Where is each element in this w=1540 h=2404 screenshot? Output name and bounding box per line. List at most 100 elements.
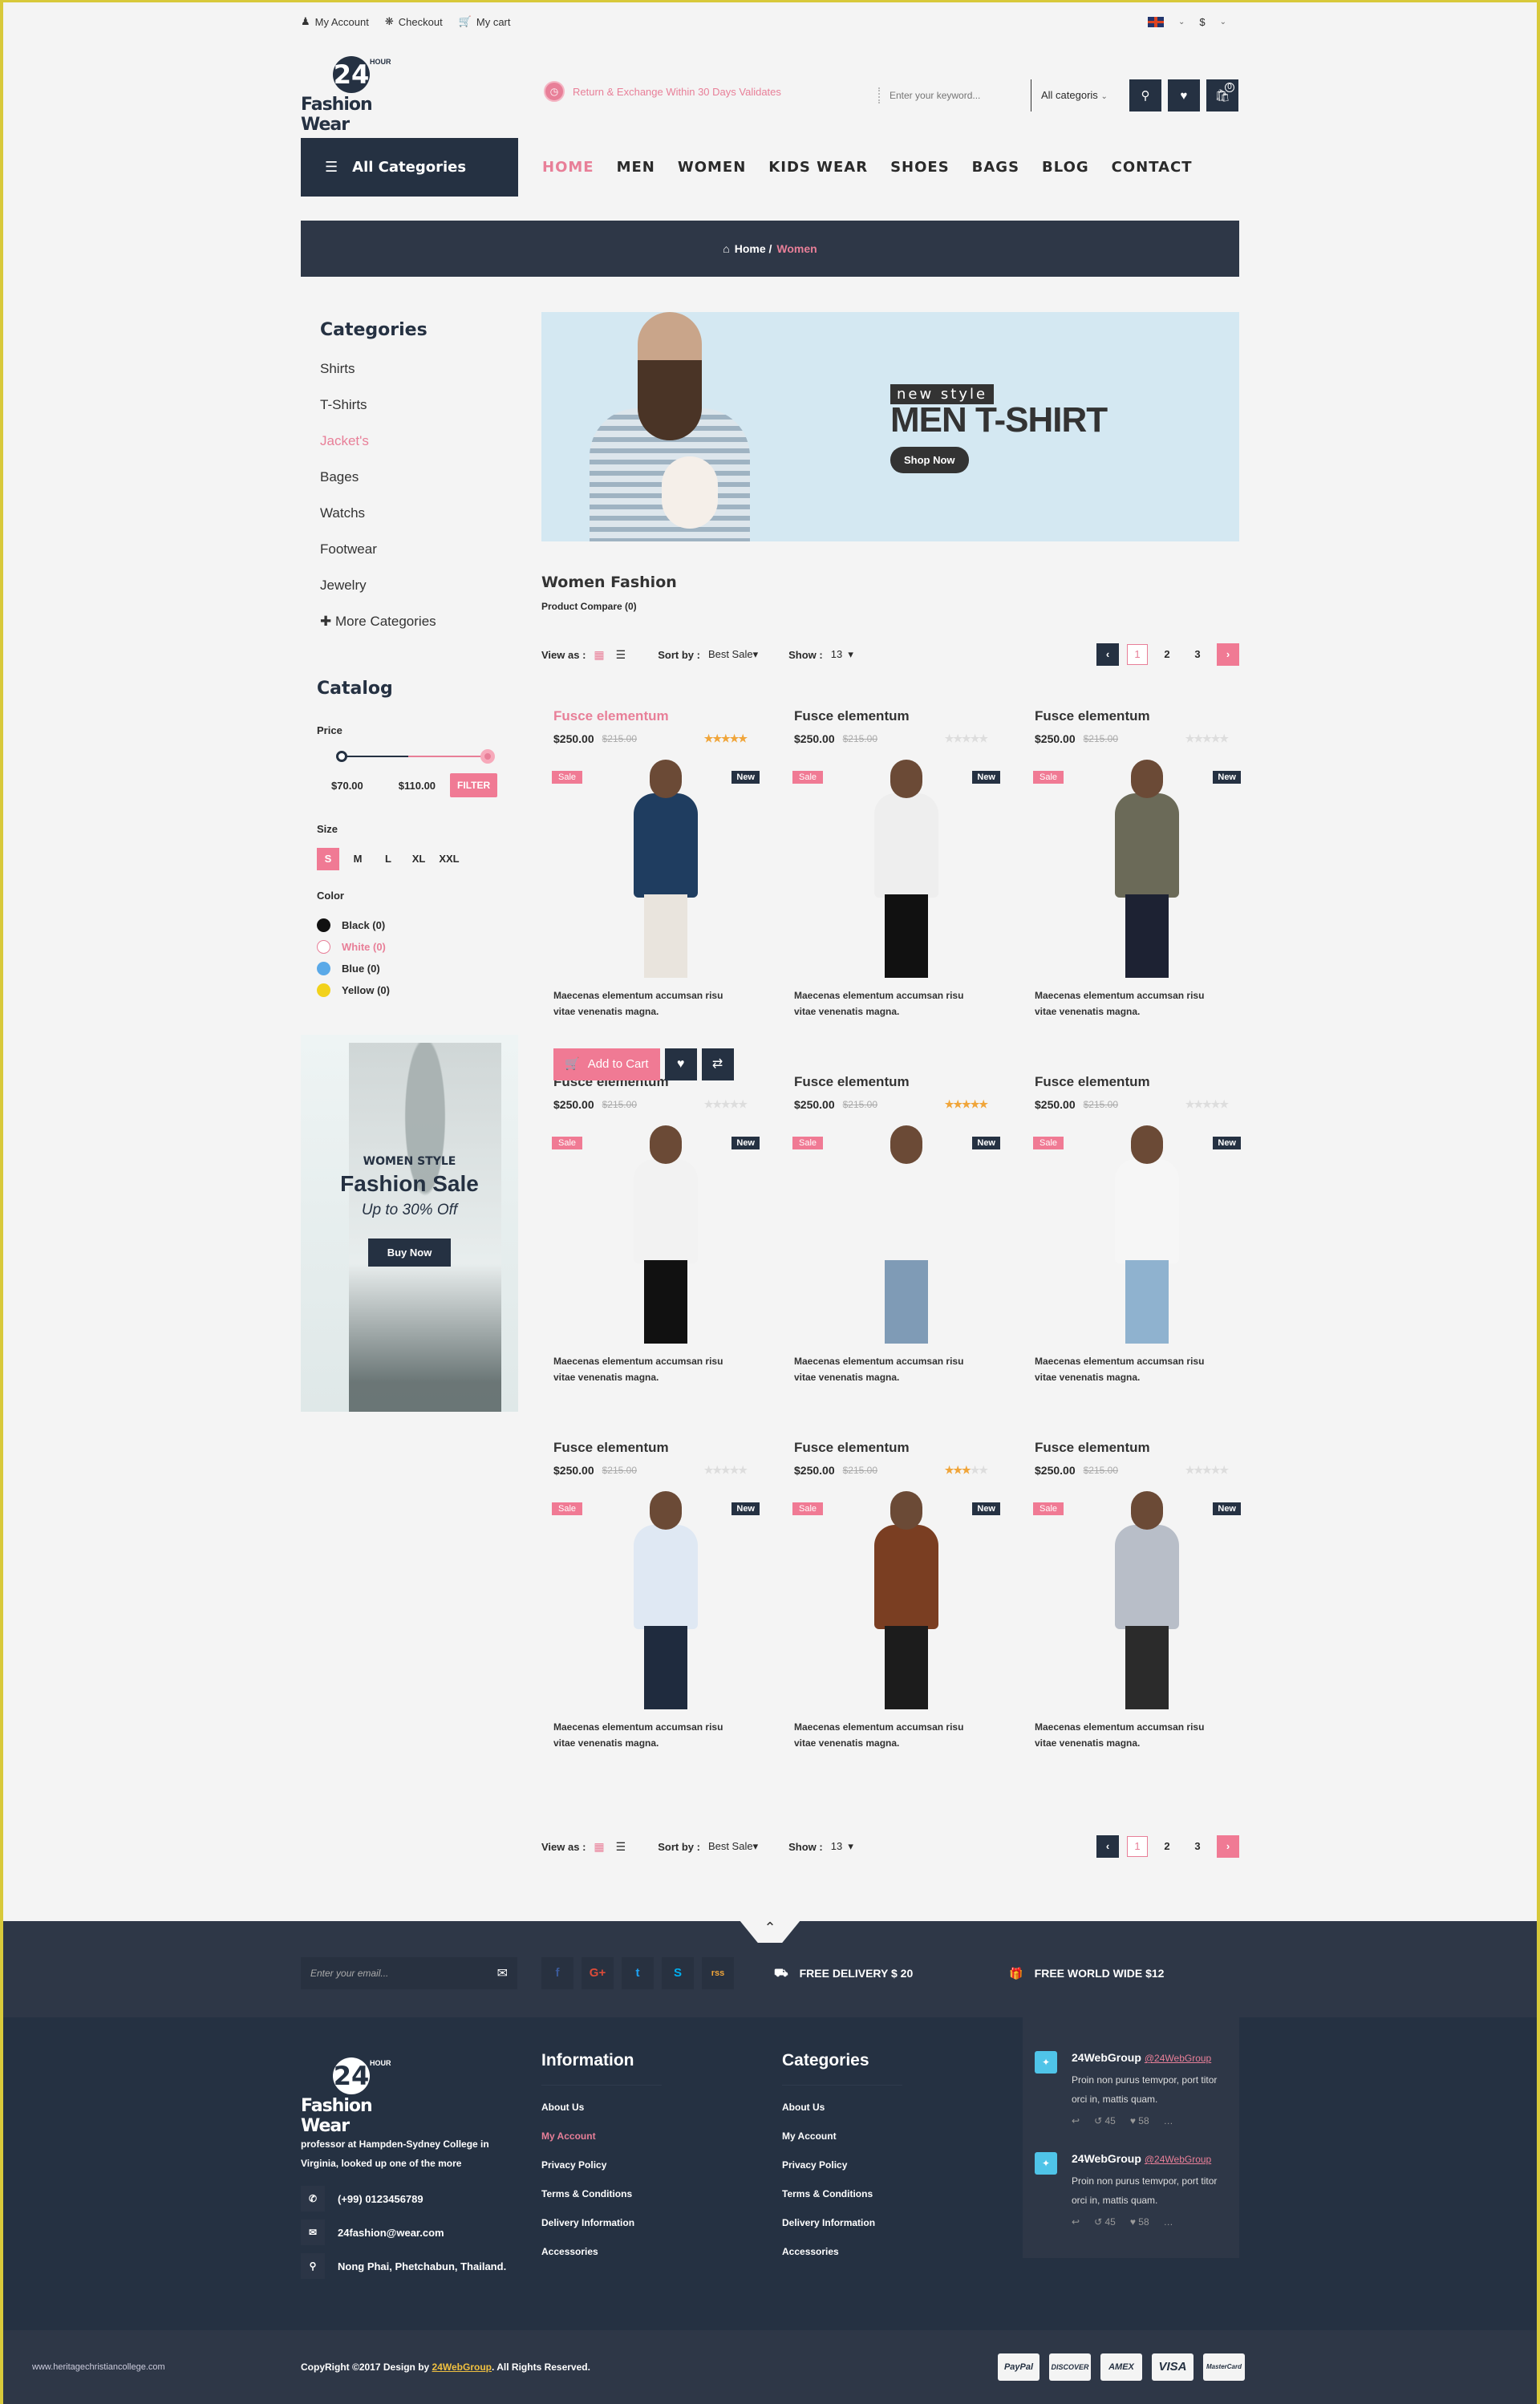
size-option[interactable]: XXL [434,848,464,870]
size-option[interactable]: XL [403,848,434,870]
sort-select[interactable]: Best Sale▾ [708,648,758,661]
tweet-handle[interactable]: @24WebGroup [1145,2053,1211,2064]
more-icon[interactable]: … [1164,2115,1173,2126]
product-name[interactable]: Fusce elementum [1035,708,1263,726]
wishlist-button[interactable]: ♥ [664,1048,697,1080]
product-image[interactable]: Sale New [792,1125,1023,1344]
category-item[interactable]: Watchs [320,505,518,541]
page-3[interactable]: 3 [1186,643,1209,666]
contact-email[interactable]: ✉ 24fashion@wear.com [301,2216,541,2248]
footer-link[interactable]: Delivery Information [541,2217,782,2246]
fashion-sale-banner[interactable]: WOMEN STYLE Fashion Sale Up to 30% Off B… [301,1035,518,1412]
grid-view-icon[interactable]: ▦ [594,1840,604,1854]
footer-link[interactable]: Privacy Policy [541,2159,782,2188]
product-name[interactable]: Fusce elementum [794,708,1023,726]
language-flag-icon[interactable] [1147,16,1164,27]
rss-icon[interactable]: rss [702,1957,734,1989]
product-card[interactable]: Fusce elementum $250.00 $215.00 ★★★★★ Sale Ne… [782,708,1023,1074]
like-count[interactable]: ♥ 58 [1130,2216,1149,2228]
nav-item-women[interactable]: WOMEN [678,159,746,176]
envelope-icon[interactable]: ✉ [497,1965,508,1981]
slider-max-handle[interactable] [480,749,495,764]
category-item[interactable]: Shirts [320,361,518,397]
page-3[interactable]: 3 [1186,1835,1209,1858]
color-option[interactable]: Yellow (0) [317,979,518,1001]
shop-now-button[interactable]: Shop Now [890,447,969,473]
footer-link[interactable]: About Us [782,2102,1023,2130]
tweet-handle[interactable]: @24WebGroup [1145,2154,1211,2165]
currency-chevron-icon[interactable]: ⌄ [1220,18,1226,26]
footer-link[interactable]: Terms & Conditions [782,2188,1023,2217]
search-button[interactable]: ⚲ [1129,79,1161,111]
show-select[interactable]: 13 ▾ [831,1840,853,1853]
nav-item-home[interactable]: HOME [542,159,594,176]
footer-link[interactable]: Delivery Information [782,2217,1023,2246]
product-image[interactable]: Sale New [552,1125,782,1344]
size-option[interactable]: S [317,848,339,870]
reply-icon[interactable]: ↩ [1072,2216,1080,2228]
product-card[interactable]: Fusce elementum $250.00 $215.00 ★★★★★ Sale Ne… [541,708,782,1080]
product-card[interactable]: Fusce elementum $250.00 $215.00 ★★★★★ Sale Ne… [1023,1074,1263,1440]
logo[interactable]: 24 HOUR Fashion Wear [301,56,421,135]
reply-icon[interactable]: ↩ [1072,2115,1080,2126]
product-name[interactable]: Fusce elementum [794,1074,1023,1092]
category-item[interactable]: Jacket's [320,433,518,469]
all-categories-button[interactable]: ☰ All Categories [301,138,518,197]
currency-select[interactable]: $ [1199,16,1205,28]
add-to-cart-button[interactable]: 🛒 Add to Cart [553,1048,660,1080]
grid-view-icon[interactable]: ▦ [594,648,604,662]
google-plus-icon[interactable]: G+ [582,1957,614,1989]
color-option[interactable]: Black (0) [317,914,518,936]
product-name[interactable]: Fusce elementum [553,708,782,726]
footer-link[interactable]: Terms & Conditions [541,2188,782,2217]
skype-icon[interactable]: S [662,1957,694,1989]
product-compare-link[interactable]: Product Compare (0) [541,601,1239,612]
product-card[interactable]: Fusce elementum $250.00 $215.00 ★★★★★ Sale Ne… [782,1440,1023,1806]
product-name[interactable]: Fusce elementum [553,1440,782,1457]
product-card[interactable]: Fusce elementum $250.00 $215.00 ★★★★★ Sale Ne… [541,1440,782,1806]
my-account-link[interactable]: ♟ My Account [301,15,369,28]
footer-link[interactable]: Accessories [782,2246,1023,2275]
list-view-icon[interactable]: ☰ [616,648,626,662]
filter-button[interactable]: FILTER [450,773,498,797]
next-page-button[interactable]: › [1217,1835,1239,1858]
my-cart-link[interactable]: 🛒 My cart [459,15,511,28]
product-name[interactable]: Fusce elementum [1035,1440,1263,1457]
product-card[interactable]: Fusce elementum $250.00 $215.00 ★★★★★ Sale Ne… [1023,708,1263,1074]
color-option[interactable]: White (0) [317,936,518,958]
language-chevron-icon[interactable]: ⌄ [1178,18,1185,26]
category-item[interactable]: Jewelry [320,578,518,614]
prev-page-button[interactable]: ‹ [1096,643,1119,666]
footer-link[interactable]: My Account [541,2130,782,2159]
category-item[interactable]: Footwear [320,541,518,578]
nav-item-kids-wear[interactable]: KIDS WEAR [768,159,868,176]
search-input[interactable] [878,87,1031,103]
page-1[interactable]: 1 [1127,1836,1148,1857]
facebook-icon[interactable]: f [541,1957,573,1989]
product-image[interactable]: Sale New [552,760,782,978]
product-image[interactable]: Sale New [1033,1125,1263,1344]
compare-button[interactable]: ⇄ [701,1048,734,1080]
product-image[interactable]: Sale New [792,1491,1023,1709]
show-select[interactable]: 13 ▾ [831,648,853,661]
slider-min-handle[interactable] [336,751,347,762]
newsletter-email-input[interactable]: Enter your email... ✉ [301,1957,517,1989]
prev-page-button[interactable]: ‹ [1096,1835,1119,1858]
category-item[interactable]: Bages [320,469,518,505]
wishlist-button[interactable]: ♥ [1168,79,1200,111]
product-image[interactable]: Sale New [552,1491,782,1709]
footer-logo[interactable]: 24 HOUR Fashion Wear [301,2057,421,2136]
more-categories-link[interactable]: ✚ More Categories [320,614,518,650]
category-select[interactable]: All categoris ⌄ [1031,79,1123,111]
designer-link[interactable]: 24WebGroup [432,2361,492,2373]
like-count[interactable]: ♥ 58 [1130,2115,1149,2126]
page-2[interactable]: 2 [1156,643,1178,666]
nav-item-blog[interactable]: BLOG [1042,159,1089,176]
footer-link[interactable]: Privacy Policy [782,2159,1023,2188]
nav-item-shoes[interactable]: SHOES [890,159,950,176]
product-image[interactable]: Sale New [1033,760,1263,978]
buy-now-button[interactable]: Buy Now [367,1238,452,1267]
product-card[interactable]: Fusce elementum $250.00 $215.00 ★★★★★ Sale Ne… [1023,1440,1263,1806]
nav-item-bags[interactable]: BAGS [972,159,1019,176]
retweet-count[interactable]: ↺ 45 [1094,2216,1116,2228]
